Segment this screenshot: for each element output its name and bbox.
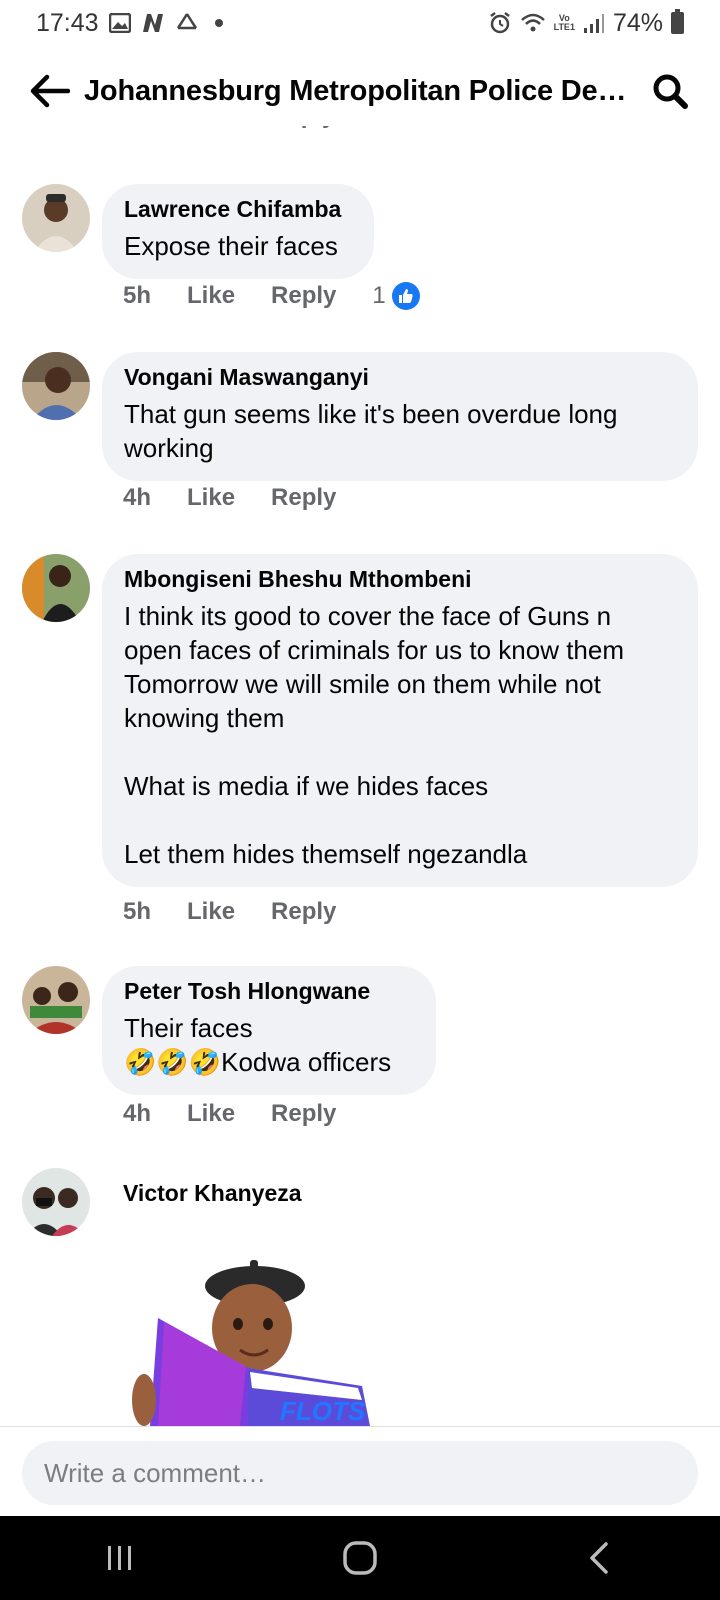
avatar[interactable] [22, 352, 90, 420]
back-arrow-icon [30, 74, 70, 108]
battery-icon [671, 9, 684, 34]
comment-actions: 5h Like Reply [123, 898, 372, 926]
system-nav-bar [0, 1516, 720, 1600]
gallery-icon [108, 13, 131, 33]
comment-actions: 4h Like Reply [123, 484, 372, 512]
signal-icon [583, 12, 605, 34]
comment-composer [0, 1426, 720, 1516]
alarm-icon [488, 11, 512, 35]
status-time: 17:43 [36, 8, 99, 37]
comment-bubble[interactable]: Mbongiseni Bheshu Mthombeni I think its … [102, 554, 698, 887]
back-chevron-icon [590, 1542, 608, 1574]
comment-author[interactable]: Peter Tosh Hlongwane [124, 978, 414, 1005]
reply-button[interactable]: Reply [271, 1100, 336, 1128]
comment-time: 5h [123, 898, 152, 925]
comment-time: 4h [123, 1100, 152, 1127]
comment-bubble[interactable]: Peter Tosh Hlongwane Their faces 🤣🤣🤣Kodw… [102, 966, 436, 1095]
like-button[interactable]: Like [187, 484, 235, 512]
battery-percent: 74% [612, 8, 663, 37]
reply-button[interactable]: Reply [271, 484, 336, 512]
search-icon [653, 74, 688, 109]
network-type: Vo LTE1 [553, 13, 575, 32]
comment-actions: 4h Like Reply [123, 1100, 372, 1128]
wifi-icon [520, 12, 546, 34]
comment-author[interactable]: Lawrence Chifamba [124, 196, 352, 223]
reply-button[interactable]: Reply [271, 898, 336, 926]
n-notification-icon [141, 13, 165, 33]
home-icon [343, 1541, 377, 1575]
sticker[interactable]: FLOTS [130, 1260, 380, 1426]
recent-apps-button[interactable] [80, 1528, 160, 1588]
comment-text: Their faces 🤣🤣🤣Kodwa officers [124, 1013, 392, 1077]
comment-bubble[interactable]: Vongani Maswanganyi That gun seems like … [102, 352, 698, 481]
comment-author[interactable]: Mbongiseni Bheshu Mthombeni [124, 566, 676, 593]
svg-text:FLOTS: FLOTS [280, 1396, 366, 1426]
status-bar: 17:43 Vo LTE1 74% [0, 0, 720, 46]
like-button[interactable]: Like [187, 898, 235, 926]
like-button[interactable]: Like [187, 1100, 235, 1128]
back-button[interactable] [28, 69, 72, 113]
app-header: Johannesburg Metropolitan Police Departm… [0, 56, 720, 126]
recent-apps-icon [108, 1546, 131, 1570]
recycle-icon [175, 12, 199, 34]
comment-time: 5h [123, 282, 152, 309]
comment-input[interactable] [22, 1441, 698, 1505]
thumbs-up-icon [391, 282, 420, 310]
avatar[interactable] [22, 1168, 90, 1236]
reaction-count: 1 [372, 282, 386, 309]
home-button[interactable] [320, 1528, 400, 1588]
avatar[interactable] [22, 966, 90, 1034]
comment-time: 4h [123, 484, 152, 511]
comment-text: Expose their faces [124, 231, 338, 261]
comment-bubble[interactable]: Lawrence Chifamba Expose their faces [102, 184, 374, 279]
page-title: Johannesburg Metropolitan Police Departm… [84, 74, 634, 107]
comment-text: I think its good to cover the face of Gu… [124, 601, 625, 869]
search-button[interactable] [648, 69, 692, 113]
back-nav-button[interactable] [560, 1528, 640, 1588]
reaction-summary[interactable]: 1 [372, 282, 455, 310]
reply-button[interactable]: Reply [271, 282, 336, 310]
comment-actions: 5h Like Reply 1 [123, 282, 456, 310]
like-button[interactable]: Like [187, 282, 235, 310]
avatar[interactable] [22, 554, 90, 622]
comment-text: That gun seems like it's been overdue lo… [124, 399, 618, 463]
comment-author[interactable]: Victor Khanyeza [123, 1180, 302, 1207]
avatar[interactable] [22, 184, 90, 252]
comment-author[interactable]: Vongani Maswanganyi [124, 364, 676, 391]
notification-dot-icon [214, 19, 223, 27]
